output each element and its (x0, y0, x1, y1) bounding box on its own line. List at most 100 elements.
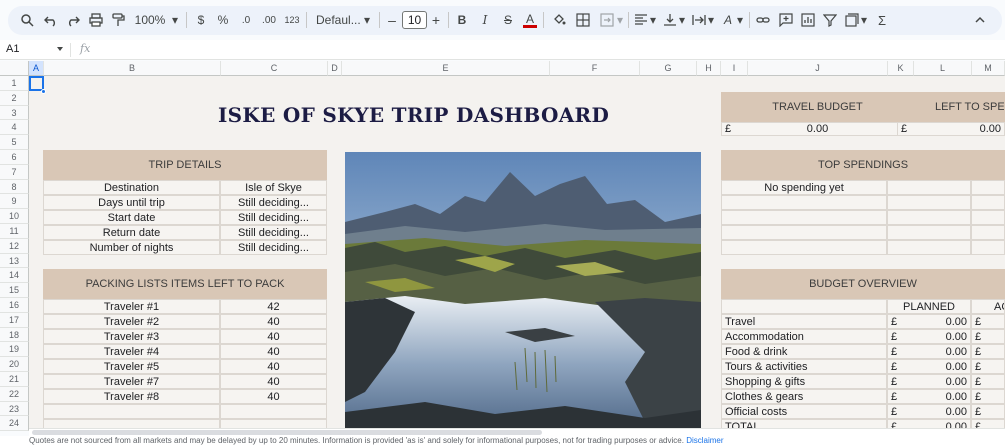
fill-color-icon[interactable] (552, 10, 566, 30)
sheet-grid[interactable]: ISKE OF SKYE TRIP DASHBOARD TRIP DETAILS… (29, 76, 1005, 428)
scrollbar-thumb[interactable] (32, 430, 542, 435)
print-icon[interactable] (89, 10, 103, 30)
row-header[interactable]: 6 (0, 150, 29, 165)
percent-format-button[interactable]: % (216, 10, 230, 30)
budget-category-label: TOTAL (721, 419, 887, 428)
paint-format-icon[interactable] (111, 10, 125, 30)
row-header[interactable]: 23 (0, 401, 29, 417)
packing-value: 40 (220, 374, 327, 389)
row-header[interactable]: 9 (0, 194, 29, 210)
functions-icon[interactable]: Σ (876, 10, 888, 30)
row-header[interactable]: 3 (0, 105, 29, 121)
column-header[interactable]: E (342, 61, 550, 76)
row-header[interactable]: 1 (0, 76, 29, 91)
column-header[interactable]: K (888, 61, 914, 76)
increase-font-size-button[interactable]: + (430, 10, 442, 30)
column-header[interactable]: L (914, 61, 972, 76)
row-header[interactable]: 14 (0, 268, 29, 284)
text-color-icon[interactable]: A (523, 10, 537, 30)
trip-detail-label: Return date (43, 225, 220, 240)
column-header[interactable]: F (550, 61, 640, 76)
row-header[interactable]: 4 (0, 120, 29, 136)
increase-decimal-button[interactable]: .00 (260, 10, 278, 30)
chevron-down-icon[interactable]: ▾ (678, 10, 686, 30)
italic-icon[interactable]: I (479, 10, 491, 30)
row-header[interactable]: 11 (0, 224, 29, 239)
spending-cell (971, 180, 1005, 195)
chevron-down-icon[interactable]: ▾ (860, 10, 868, 30)
row-header[interactable]: 7 (0, 164, 29, 180)
column-header[interactable]: H (697, 61, 721, 76)
search-menus-icon[interactable] (20, 10, 34, 30)
chevron-down-icon[interactable]: ▾ (707, 10, 715, 30)
font-size-input[interactable]: 10 (402, 11, 427, 29)
chevron-down-icon[interactable]: ▾ (649, 10, 657, 30)
spending-cell (721, 225, 887, 240)
row-header[interactable]: 18 (0, 327, 29, 343)
font-select[interactable]: Defaul... (316, 10, 361, 30)
disclaimer-footer: Quotes are not sourced from all markets … (0, 436, 1005, 445)
row-header[interactable]: 8 (0, 179, 29, 195)
chevron-down-icon[interactable]: ▾ (736, 10, 744, 30)
chevron-down-icon[interactable] (57, 47, 63, 51)
budget-category-label: Tours & activities (721, 359, 887, 374)
row-header[interactable]: 5 (0, 135, 29, 150)
insert-chart-icon[interactable] (801, 10, 815, 30)
left-to-spend-value: 0.00 (979, 123, 1001, 135)
zoom-select[interactable]: 100% (135, 10, 166, 30)
row-header[interactable]: 20 (0, 357, 29, 372)
insert-link-icon[interactable] (756, 10, 770, 30)
horizontal-scrollbar[interactable] (29, 428, 1005, 436)
column-header[interactable]: M (972, 61, 1005, 76)
bold-icon[interactable]: B (456, 10, 468, 30)
more-formats-button[interactable]: 123 (283, 10, 301, 30)
filter-views-icon[interactable] (845, 10, 859, 30)
trip-detail-label: Days until trip (43, 195, 220, 210)
chevron-down-icon[interactable]: ▾ (170, 10, 180, 30)
row-header[interactable]: 2 (0, 90, 29, 106)
landscape-photo[interactable] (345, 152, 701, 428)
row-header[interactable]: 16 (0, 298, 29, 313)
decrease-font-size-button[interactable]: – (386, 10, 398, 30)
column-header[interactable]: I (721, 61, 748, 76)
row-header[interactable]: 13 (0, 253, 29, 269)
currency-format-button[interactable]: $ (195, 10, 207, 30)
planned-value: 0.00 (945, 405, 967, 418)
disclaimer-link[interactable]: Disclaimer (686, 436, 723, 445)
text-wrapping-icon[interactable] (692, 10, 706, 30)
filter-icon[interactable] (823, 10, 837, 30)
name-box[interactable]: A1 (6, 43, 19, 55)
select-all-corner[interactable] (0, 61, 29, 76)
column-header[interactable]: G (640, 61, 697, 76)
row-header[interactable]: 19 (0, 342, 29, 358)
row-header[interactable]: 10 (0, 209, 29, 224)
row-header[interactable]: 12 (0, 238, 29, 254)
vertical-align-icon[interactable] (663, 10, 677, 30)
row-header[interactable]: 22 (0, 386, 29, 402)
row-header[interactable]: 17 (0, 312, 29, 328)
row-header[interactable]: 21 (0, 372, 29, 387)
merge-cells-icon[interactable] (600, 10, 614, 30)
strikethrough-icon[interactable]: S (501, 10, 515, 30)
text-rotation-icon[interactable]: A (721, 10, 735, 30)
row-header[interactable]: 24 (0, 416, 29, 432)
row-header[interactable]: 15 (0, 283, 29, 298)
column-header[interactable]: B (44, 61, 221, 76)
undo-icon[interactable] (44, 10, 58, 30)
column-header[interactable]: J (748, 61, 888, 76)
chevron-down-icon[interactable]: ▾ (616, 10, 624, 30)
toolbar-divider (543, 12, 544, 28)
chevron-down-icon[interactable]: ▾ (362, 10, 372, 30)
redo-icon[interactable] (66, 10, 80, 30)
column-header[interactable]: D (328, 61, 342, 76)
column-header[interactable]: C (221, 61, 328, 76)
borders-icon[interactable] (576, 10, 590, 30)
decrease-decimal-button[interactable]: .0 (238, 10, 254, 30)
trip-detail-value: Still deciding... (220, 240, 327, 255)
horizontal-align-icon[interactable] (634, 10, 648, 30)
column-header[interactable]: A (29, 61, 44, 76)
collapse-toolbar-icon[interactable] (973, 10, 987, 30)
planned-value: 0.00 (945, 375, 967, 388)
fill-handle[interactable] (41, 89, 46, 94)
insert-comment-icon[interactable] (779, 10, 793, 30)
